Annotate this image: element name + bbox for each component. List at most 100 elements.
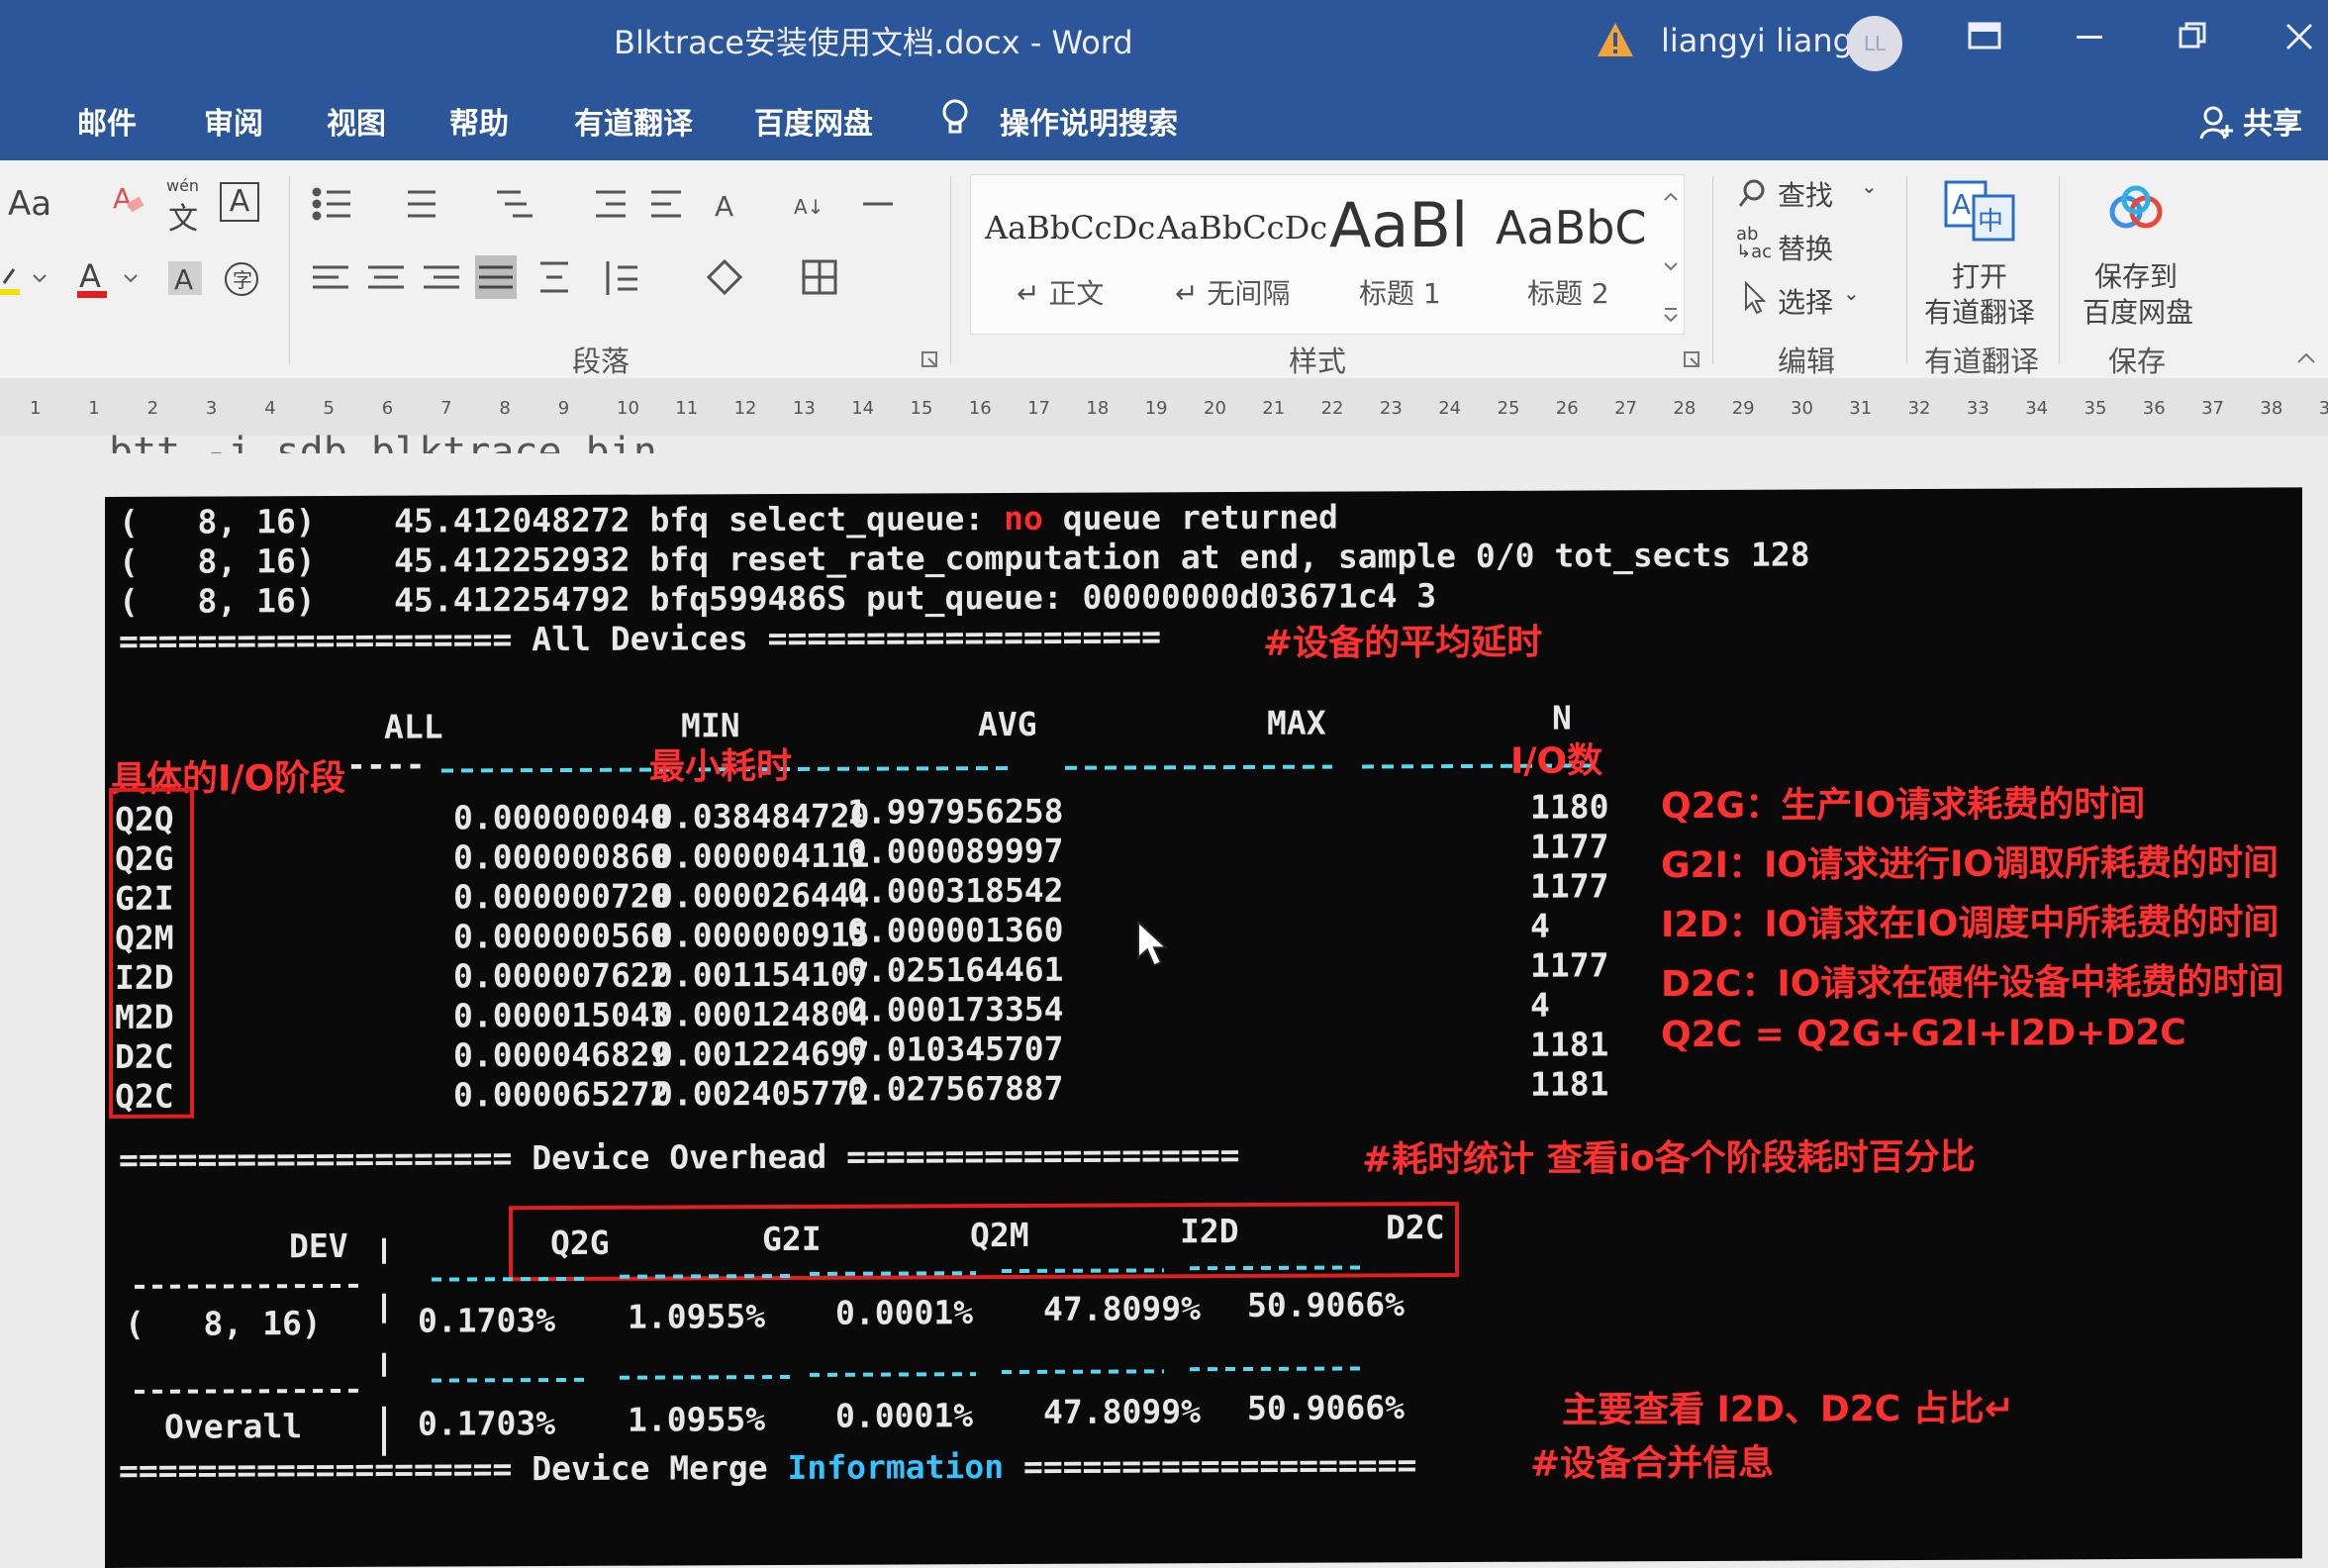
menu-item-baidu[interactable]: 百度网盘: [754, 99, 873, 143]
overhead-footnote: 主要查看 I2D、D2C 占比↵: [1562, 1388, 2014, 1431]
character-shading-icon[interactable]: A: [168, 259, 204, 299]
select-button[interactable]: 选择: [1778, 281, 1833, 321]
cell-max: 0.000173354: [847, 989, 1064, 1029]
ruler-number: 1: [30, 398, 42, 419]
annotation-q2c-formula: Q2C = Q2G+G2I+I2D+D2C: [1661, 1012, 2186, 1056]
youdao-translate-button[interactable]: 有道翻译: [1924, 291, 2035, 331]
baidu-save-button[interactable]: 百度网盘: [2083, 291, 2193, 331]
window-title: Blktrace安装使用文档.docx - Word: [614, 24, 1133, 61]
baidu-cloud-icon[interactable]: [2104, 184, 2170, 236]
svg-text:A: A: [79, 257, 101, 295]
ruler-number: 11: [675, 398, 699, 419]
close-icon[interactable]: [2275, 16, 2324, 65]
cell-min: 0.000000040: [453, 797, 670, 837]
device-merge-annotation: #设备合并信息: [1530, 1442, 1775, 1485]
cell-n: 1177: [1530, 866, 1609, 906]
stage-label: M2D: [115, 997, 174, 1036]
ruler-number: 21: [1262, 398, 1286, 419]
style-heading2-name[interactable]: 标题 2: [1527, 272, 1609, 312]
device-overhead-annotation: #耗时统计 查看io各个阶段耗时百分比: [1362, 1136, 1976, 1181]
character-border-button[interactable]: A: [220, 182, 259, 222]
menu-item-cut-off[interactable]: [0, 97, 14, 137]
styles-dialog-launcher-icon[interactable]: [1683, 350, 1702, 370]
ruler-number: 4: [264, 398, 276, 419]
cell-n: 1181: [1530, 1064, 1609, 1104]
highlight-icon[interactable]: [0, 259, 49, 299]
ruler-number: 30: [1791, 398, 1813, 419]
style-normal-sample[interactable]: AaBbCcDc: [985, 209, 1155, 246]
phonetic-guide-wen[interactable]: wén: [166, 176, 199, 195]
cell-avg: 0.001154107: [653, 954, 870, 995]
annotation-i2d: I2D：IO请求在IO调度中所耗费的时间: [1661, 902, 2280, 946]
enclosed-character-icon[interactable]: 字: [222, 259, 261, 299]
cell-min: 0.000065272: [453, 1074, 670, 1115]
paragraph-dialog-launcher-icon[interactable]: [921, 350, 940, 370]
collapse-ribbon-icon[interactable]: [2294, 350, 2318, 366]
translate-icon[interactable]: A 中: [1944, 180, 2017, 244]
ruler-number: 17: [1027, 398, 1050, 419]
style-heading2-sample[interactable]: AaBbC: [1496, 201, 1647, 254]
document-page[interactable]: btt -i sdb.blktrace.bin ( 8, 16) 45.4120…: [0, 430, 2328, 1568]
ruler-number: 5: [323, 398, 335, 419]
style-heading1-name[interactable]: 标题 1: [1359, 272, 1441, 312]
select-cursor-icon[interactable]: [1742, 281, 1768, 315]
find-button[interactable]: 查找: [1778, 174, 1833, 214]
share-icon[interactable]: [2199, 105, 2233, 141]
menu-item-youdao[interactable]: 有道翻译: [574, 99, 693, 143]
ruler-number: 27: [1614, 398, 1637, 419]
style-heading1-sample[interactable]: AaBl: [1329, 189, 1468, 261]
menu-item-review[interactable]: 审阅: [204, 99, 263, 143]
stage-label: Q2Q: [115, 799, 174, 838]
all-column-dashes: ----: [346, 744, 426, 784]
styles-scroll-icon[interactable]: [1659, 184, 1683, 333]
replace-icon[interactable]: ab ↳ac: [1736, 226, 1772, 261]
user-name[interactable]: liangyi liang: [1661, 22, 1853, 59]
overhead-columns: Q2G G2I Q2M I2D D2C: [105, 487, 2302, 1262]
cell-max: 1.997956258: [847, 791, 1064, 832]
horizontal-ruler[interactable]: 1 1 2 3 4 5 6 7 8 9 10 11 12 13 14 15 16 17 18 19 20 21 22 23 24…: [0, 378, 2328, 437]
menu-item-help[interactable]: 帮助: [449, 99, 509, 143]
minimize-icon[interactable]: [2065, 16, 2114, 65]
style-no-spacing-sample[interactable]: AaBbCcDc: [1157, 209, 1327, 246]
ruler-number: 26: [1555, 398, 1579, 419]
all-devices-annotation: #设备的平均延时: [1263, 622, 1543, 664]
ribbon-display-icon[interactable]: [1960, 16, 2009, 65]
ribbon-separator: [289, 176, 290, 364]
log-line: ( 8, 16) 45.412048272 bfq select_queue: …: [119, 497, 1338, 541]
clear-format-icon[interactable]: A: [109, 180, 148, 220]
cell-avg: 0.000026444: [653, 875, 870, 916]
find-dropdown-icon[interactable]: ⌄: [1861, 174, 1878, 198]
ruler-number: 12: [733, 398, 757, 419]
ruler-number: 14: [851, 398, 875, 419]
svg-text:A: A: [715, 190, 733, 223]
avatar[interactable]: LL: [1847, 16, 1902, 71]
log-line: ( 8, 16) 45.412254792 bfq599486S put_que…: [119, 576, 1437, 621]
cell-max: 0.025164461: [847, 949, 1064, 990]
ruler-number: 22: [1320, 398, 1344, 419]
font-color-icon[interactable]: A: [75, 257, 145, 301]
find-icon[interactable]: [1738, 178, 1768, 210]
paragraph-tools-icon[interactable]: A A↓: [309, 184, 942, 303]
menu-item-mailings[interactable]: 邮件: [77, 99, 137, 143]
change-case-button[interactable]: Aa: [8, 184, 51, 224]
select-dropdown-icon[interactable]: ⌄: [1843, 281, 1860, 305]
lightbulb-icon: [942, 99, 968, 134]
svg-text:中: 中: [1978, 207, 2003, 237]
restore-icon[interactable]: [2168, 16, 2217, 65]
stage-label: Q2C: [115, 1076, 174, 1116]
youdao-open-label[interactable]: 打开: [1952, 255, 2007, 295]
phonetic-guide-button[interactable]: 文: [168, 194, 198, 238]
ruler-number: 25: [1497, 398, 1520, 419]
share-button[interactable]: 共享: [2243, 99, 2302, 143]
ribbon-separator: [1906, 176, 1907, 364]
warning-icon[interactable]: [1596, 20, 1635, 59]
tell-me-search[interactable]: 操作说明搜索: [1000, 99, 1178, 143]
menu-item-view[interactable]: 视图: [327, 99, 386, 143]
ruler-number: 35: [2084, 398, 2107, 419]
col-header-all: ALL: [384, 707, 443, 746]
style-no-spacing-name[interactable]: ↵ 无间隔: [1175, 272, 1290, 312]
baidu-save-label[interactable]: 保存到: [2094, 255, 2178, 295]
replace-button[interactable]: 替换: [1778, 228, 1833, 267]
ruler-number: 34: [2025, 398, 2049, 419]
style-normal-name[interactable]: ↵ 正文: [1017, 272, 1104, 312]
